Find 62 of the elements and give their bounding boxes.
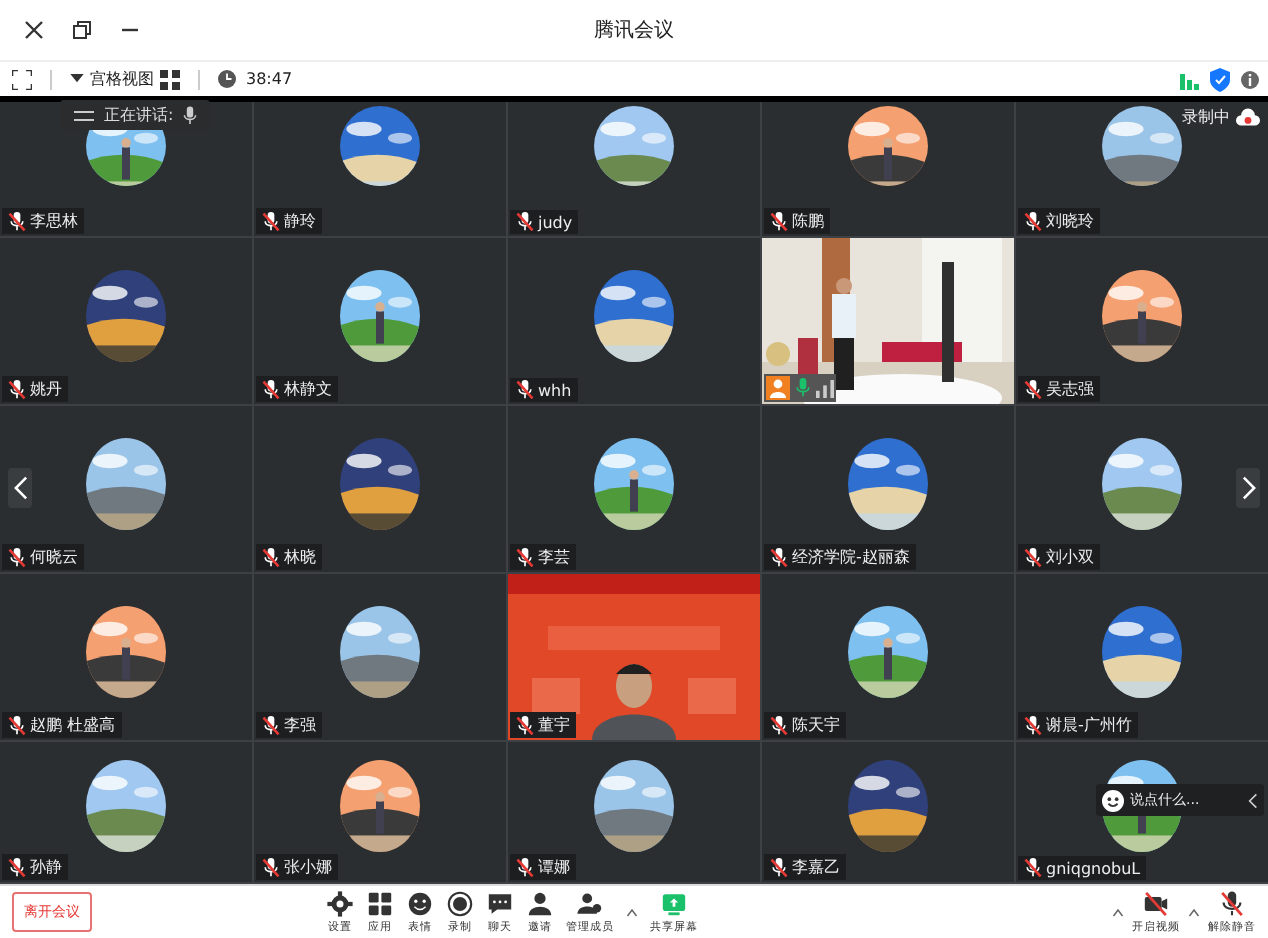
meeting-timer: 38:47 <box>246 70 293 88</box>
camera-off-icon <box>1142 890 1170 918</box>
chat-icon <box>486 890 514 918</box>
grid-icon <box>160 69 180 89</box>
smiley-icon <box>406 890 434 918</box>
participant-name: 董宇 <box>538 714 570 736</box>
smiley-icon <box>1102 789 1124 811</box>
cloud-icon <box>1236 108 1260 126</box>
participant-name: 刘小双 <box>1046 546 1094 568</box>
participant-name: 谢晨-广州竹 <box>1046 714 1132 736</box>
clock-icon <box>218 70 236 88</box>
fullscreen-icon[interactable] <box>12 69 32 89</box>
participant-name: 谭娜 <box>538 856 570 878</box>
participant-name: 经济学院-赵丽森 <box>792 546 910 568</box>
participant-name: 姚丹 <box>30 378 62 400</box>
settings-icon <box>326 890 354 918</box>
next-page-button[interactable] <box>1236 468 1260 508</box>
participant-name: 林晓 <box>284 546 316 568</box>
grid-icon <box>366 890 394 918</box>
info-icon[interactable] <box>1240 69 1260 89</box>
participant-name: whh <box>538 381 572 399</box>
participant-name: 李强 <box>284 714 316 736</box>
speaking-label: 正在讲话: <box>104 104 174 126</box>
signal-icon <box>1180 69 1200 89</box>
window-title: 腾讯会议 <box>594 17 674 44</box>
signal-icon <box>816 379 834 397</box>
caret-icon[interactable] <box>626 907 638 917</box>
person-icon <box>766 376 790 400</box>
previous-page-button[interactable] <box>8 468 32 508</box>
chevron-left-icon <box>13 476 27 500</box>
muted-mic-icon <box>1218 890 1246 918</box>
participant-name: 李嘉乙 <box>792 856 840 878</box>
close-icon[interactable] <box>24 20 44 40</box>
caret-icon[interactable] <box>1188 907 1200 917</box>
participant-name: 赵鹏 杜盛高 <box>30 714 116 736</box>
chevron-right-icon <box>1241 476 1255 500</box>
participant-name: judy <box>538 213 573 231</box>
collapse-icon[interactable] <box>72 105 96 125</box>
participant-name: 刘晓玲 <box>1046 210 1094 232</box>
participant-name: 静玲 <box>284 210 316 232</box>
participant-name: 林静文 <box>284 378 332 400</box>
participant-name: 陈天宇 <box>792 714 840 736</box>
shield-icon[interactable] <box>1210 67 1230 91</box>
participant-name: 何晓云 <box>30 546 78 568</box>
view-button[interactable]: 宫格视图 <box>70 68 180 90</box>
mic-icon <box>181 105 198 125</box>
screen-share-icon <box>660 890 688 918</box>
participant-name: 陈鹏 <box>792 210 824 232</box>
participant-name: 李芸 <box>538 546 570 568</box>
person-icon <box>526 890 554 918</box>
participant-name: gniqgnobuL <box>1046 859 1141 877</box>
participant-name: 李思林 <box>30 210 78 232</box>
record-icon <box>446 890 474 918</box>
chevron-icon[interactable] <box>1248 791 1258 809</box>
participant-name: 张小娜 <box>284 856 332 878</box>
people-icon <box>576 890 604 918</box>
caret-icon <box>70 74 84 84</box>
participant-name: 孙静 <box>30 856 62 878</box>
participant-name: 吴志强 <box>1046 378 1094 400</box>
restore-icon[interactable] <box>72 20 92 40</box>
caret-icon[interactable] <box>1112 907 1124 917</box>
recording-label: 录制中 <box>1182 106 1230 128</box>
